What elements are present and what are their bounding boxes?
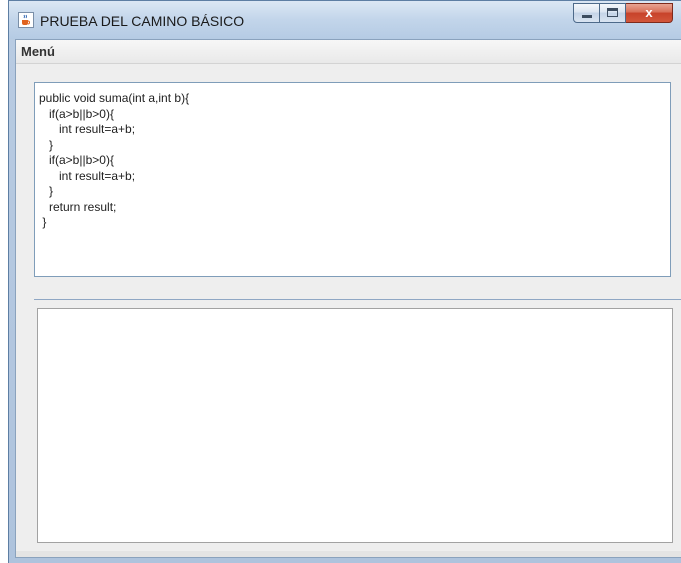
code-text-area[interactable]: public void suma(int a,int b){ if(a>b||b… xyxy=(34,82,671,277)
close-button[interactable]: x xyxy=(626,3,673,23)
bottom-strip xyxy=(16,551,681,557)
menu-bar: Menú xyxy=(16,40,681,64)
client-area: Menú public void suma(int a,int b){ if(a… xyxy=(15,39,681,558)
java-cup-icon[interactable] xyxy=(18,12,34,28)
window-controls: x xyxy=(573,3,673,24)
app-window: PRUEBA DEL CAMINO BÁSICO x Menú public v… xyxy=(8,0,681,563)
minimize-icon xyxy=(582,15,592,18)
menu-item-menu[interactable]: Menú xyxy=(21,44,55,59)
title-bar[interactable]: PRUEBA DEL CAMINO BÁSICO x xyxy=(9,1,681,39)
output-text-area[interactable] xyxy=(37,308,673,543)
maximize-icon xyxy=(607,8,618,17)
maximize-button[interactable] xyxy=(600,3,626,23)
close-icon: x xyxy=(645,5,653,20)
window-title: PRUEBA DEL CAMINO BÁSICO xyxy=(40,13,245,29)
minimize-button[interactable] xyxy=(573,3,600,23)
code-text: public void suma(int a,int b){ if(a>b||b… xyxy=(39,91,190,229)
panel-divider xyxy=(34,299,681,300)
